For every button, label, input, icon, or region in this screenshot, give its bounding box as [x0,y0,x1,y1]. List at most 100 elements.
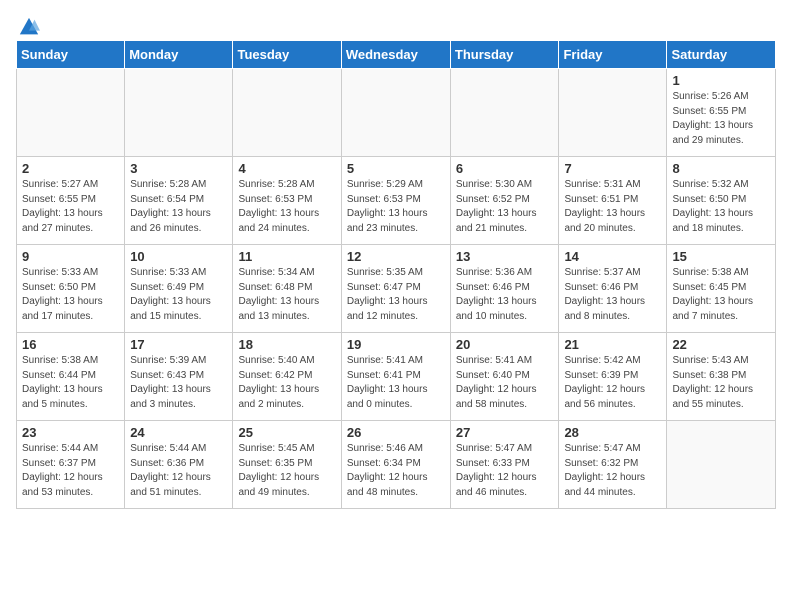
day-info: Sunrise: 5:39 AM Sunset: 6:43 PM Dayligh… [130,354,227,412]
day-number: 17 [130,337,227,352]
day-number: 15 [672,249,770,264]
day-info: Sunrise: 5:36 AM Sunset: 6:46 PM Dayligh… [456,266,554,324]
calendar-day-empty [341,69,450,157]
calendar-day-18: 18 Sunrise: 5:40 AM Sunset: 6:42 PM Dayli… [233,333,341,421]
calendar-day-empty [667,421,776,509]
day-number: 13 [456,249,554,264]
day-info: Sunrise: 5:43 AM Sunset: 6:38 PM Dayligh… [672,354,770,412]
weekday-header-thursday: Thursday [450,41,559,69]
day-number: 23 [22,425,119,440]
calendar-day-4: 4 Sunrise: 5:28 AM Sunset: 6:53 PM Daylig… [233,157,341,245]
logo-icon [18,16,40,38]
day-number: 26 [347,425,445,440]
calendar-day-empty [559,69,667,157]
day-number: 5 [347,161,445,176]
calendar-day-19: 19 Sunrise: 5:41 AM Sunset: 6:41 PM Dayli… [341,333,450,421]
weekday-header-row: SundayMondayTuesdayWednesdayThursdayFrid… [17,41,776,69]
calendar-day-23: 23 Sunrise: 5:44 AM Sunset: 6:37 PM Dayli… [17,421,125,509]
calendar-day-2: 2 Sunrise: 5:27 AM Sunset: 6:55 PM Daylig… [17,157,125,245]
day-number: 11 [238,249,335,264]
day-info: Sunrise: 5:46 AM Sunset: 6:34 PM Dayligh… [347,442,445,500]
calendar-day-24: 24 Sunrise: 5:44 AM Sunset: 6:36 PM Dayli… [125,421,233,509]
calendar-week-row: 9 Sunrise: 5:33 AM Sunset: 6:50 PM Daylig… [17,245,776,333]
calendar-day-9: 9 Sunrise: 5:33 AM Sunset: 6:50 PM Daylig… [17,245,125,333]
day-info: Sunrise: 5:32 AM Sunset: 6:50 PM Dayligh… [672,178,770,236]
day-number: 2 [22,161,119,176]
calendar-week-row: 1Sunrise: 5:26 AM Sunset: 6:55 PM Daylig… [17,69,776,157]
calendar-day-25: 25 Sunrise: 5:45 AM Sunset: 6:35 PM Dayli… [233,421,341,509]
calendar-day-7: 7 Sunrise: 5:31 AM Sunset: 6:51 PM Daylig… [559,157,667,245]
calendar-day-26: 26 Sunrise: 5:46 AM Sunset: 6:34 PM Dayli… [341,421,450,509]
day-info: Sunrise: 5:37 AM Sunset: 6:46 PM Dayligh… [564,266,661,324]
calendar-day-21: 21 Sunrise: 5:42 AM Sunset: 6:39 PM Dayli… [559,333,667,421]
calendar-day-13: 13 Sunrise: 5:36 AM Sunset: 6:46 PM Dayli… [450,245,559,333]
day-number: 27 [456,425,554,440]
day-info: Sunrise: 5:28 AM Sunset: 6:54 PM Dayligh… [130,178,227,236]
page-header [16,16,776,32]
calendar-day-empty [17,69,125,157]
day-info: Sunrise: 5:44 AM Sunset: 6:37 PM Dayligh… [22,442,119,500]
day-number: 25 [238,425,335,440]
calendar-day-6: 6 Sunrise: 5:30 AM Sunset: 6:52 PM Daylig… [450,157,559,245]
day-info: Sunrise: 5:42 AM Sunset: 6:39 PM Dayligh… [564,354,661,412]
day-number: 19 [347,337,445,352]
calendar-day-12: 12Sunrise: 5:35 AM Sunset: 6:47 PM Dayli… [341,245,450,333]
weekday-header-sunday: Sunday [17,41,125,69]
day-number: 22 [672,337,770,352]
day-info: Sunrise: 5:28 AM Sunset: 6:53 PM Dayligh… [238,178,335,236]
calendar-day-10: 10Sunrise: 5:33 AM Sunset: 6:49 PM Dayli… [125,245,233,333]
day-info: Sunrise: 5:30 AM Sunset: 6:52 PM Dayligh… [456,178,554,236]
day-info: Sunrise: 5:38 AM Sunset: 6:44 PM Dayligh… [22,354,119,412]
calendar-table: SundayMondayTuesdayWednesdayThursdayFrid… [16,40,776,509]
calendar-day-5: 5 Sunrise: 5:29 AM Sunset: 6:53 PM Daylig… [341,157,450,245]
calendar-week-row: 16 Sunrise: 5:38 AM Sunset: 6:44 PM Dayli… [17,333,776,421]
weekday-header-tuesday: Tuesday [233,41,341,69]
calendar-day-empty [233,69,341,157]
day-info: Sunrise: 5:40 AM Sunset: 6:42 PM Dayligh… [238,354,335,412]
day-info: Sunrise: 5:34 AM Sunset: 6:48 PM Dayligh… [238,266,335,324]
day-info: Sunrise: 5:41 AM Sunset: 6:41 PM Dayligh… [347,354,445,412]
calendar-day-16: 16 Sunrise: 5:38 AM Sunset: 6:44 PM Dayli… [17,333,125,421]
calendar-day-14: 14 Sunrise: 5:37 AM Sunset: 6:46 PM Dayli… [559,245,667,333]
day-info: Sunrise: 5:33 AM Sunset: 6:50 PM Dayligh… [22,266,119,324]
calendar-day-1: 1Sunrise: 5:26 AM Sunset: 6:55 PM Daylig… [667,69,776,157]
weekday-header-wednesday: Wednesday [341,41,450,69]
calendar-week-row: 23 Sunrise: 5:44 AM Sunset: 6:37 PM Dayli… [17,421,776,509]
calendar-day-15: 15Sunrise: 5:38 AM Sunset: 6:45 PM Dayli… [667,245,776,333]
day-info: Sunrise: 5:41 AM Sunset: 6:40 PM Dayligh… [456,354,554,412]
calendar-day-empty [450,69,559,157]
calendar-day-3: 3 Sunrise: 5:28 AM Sunset: 6:54 PM Daylig… [125,157,233,245]
calendar-day-27: 27 Sunrise: 5:47 AM Sunset: 6:33 PM Dayli… [450,421,559,509]
day-number: 9 [22,249,119,264]
weekday-header-saturday: Saturday [667,41,776,69]
calendar-day-17: 17 Sunrise: 5:39 AM Sunset: 6:43 PM Dayli… [125,333,233,421]
day-number: 18 [238,337,335,352]
day-number: 20 [456,337,554,352]
day-number: 3 [130,161,227,176]
calendar-day-11: 11 Sunrise: 5:34 AM Sunset: 6:48 PM Dayli… [233,245,341,333]
day-number: 7 [564,161,661,176]
calendar-week-row: 2 Sunrise: 5:27 AM Sunset: 6:55 PM Daylig… [17,157,776,245]
day-number: 1 [672,73,770,88]
logo [16,16,40,32]
day-info: Sunrise: 5:29 AM Sunset: 6:53 PM Dayligh… [347,178,445,236]
day-number: 10 [130,249,227,264]
day-number: 16 [22,337,119,352]
day-info: Sunrise: 5:44 AM Sunset: 6:36 PM Dayligh… [130,442,227,500]
calendar-day-20: 20 Sunrise: 5:41 AM Sunset: 6:40 PM Dayli… [450,333,559,421]
calendar-day-28: 28Sunrise: 5:47 AM Sunset: 6:32 PM Dayli… [559,421,667,509]
day-number: 21 [564,337,661,352]
day-info: Sunrise: 5:47 AM Sunset: 6:33 PM Dayligh… [456,442,554,500]
day-number: 12 [347,249,445,264]
weekday-header-monday: Monday [125,41,233,69]
calendar-day-empty [125,69,233,157]
day-info: Sunrise: 5:27 AM Sunset: 6:55 PM Dayligh… [22,178,119,236]
day-info: Sunrise: 5:45 AM Sunset: 6:35 PM Dayligh… [238,442,335,500]
day-number: 4 [238,161,335,176]
calendar-day-8: 8Sunrise: 5:32 AM Sunset: 6:50 PM Daylig… [667,157,776,245]
day-info: Sunrise: 5:47 AM Sunset: 6:32 PM Dayligh… [564,442,661,500]
day-info: Sunrise: 5:31 AM Sunset: 6:51 PM Dayligh… [564,178,661,236]
day-number: 24 [130,425,227,440]
day-number: 14 [564,249,661,264]
day-number: 6 [456,161,554,176]
